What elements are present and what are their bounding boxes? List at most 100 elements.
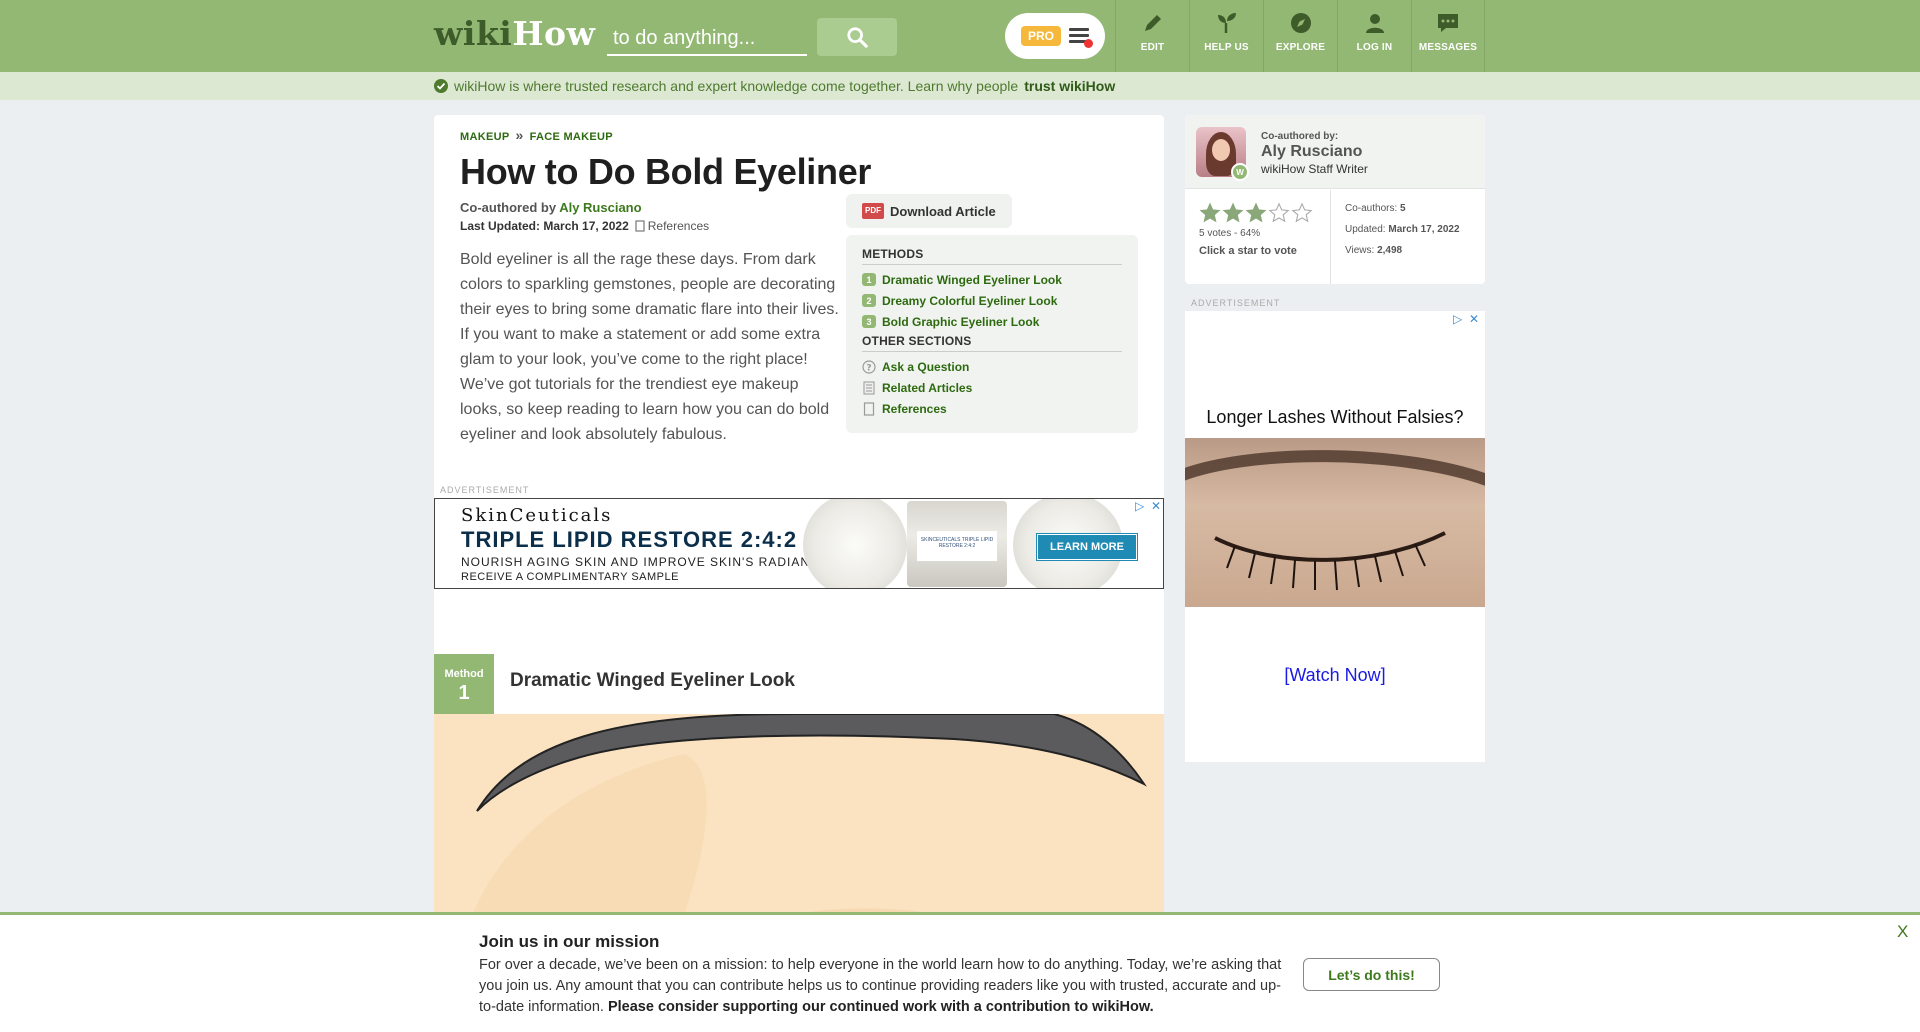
- author-link[interactable]: Aly Rusciano: [559, 200, 641, 215]
- pro-badge: PRO: [1020, 26, 1061, 46]
- adchoices-icon[interactable]: ▷: [1453, 312, 1462, 326]
- toc-ask-question[interactable]: ? Ask a Question: [862, 356, 1122, 377]
- breadcrumb-face-makeup[interactable]: FACE MAKEUP: [530, 131, 613, 143]
- site-header: wikiHow PRO EDIT HELP US EXPLORE LOG IN …: [0, 0, 1920, 72]
- pencil-icon: [1144, 15, 1161, 31]
- nav-messages[interactable]: MESSAGES: [1411, 0, 1485, 72]
- toc-related-articles-label: Related Articles: [882, 380, 973, 395]
- download-article-label: Download Article: [890, 203, 996, 219]
- method-word: Method: [444, 668, 484, 680]
- star-rating: [1199, 202, 1330, 224]
- nav-log-in-label: LOG IN: [1356, 42, 1393, 53]
- trust-link[interactable]: trust wikiHow: [1024, 78, 1115, 94]
- toc-other-heading: OTHER SECTIONS: [862, 334, 1122, 352]
- toc-references-label: References: [882, 401, 947, 416]
- method-number-box: Method 1: [434, 654, 494, 714]
- breadcrumb: MAKEUP » FACE MAKEUP: [460, 127, 613, 143]
- toc-methods-heading: METHODS: [862, 247, 1122, 265]
- byline-prefix: Co-authored by: [460, 200, 557, 215]
- compass-icon: [1290, 13, 1311, 33]
- ad-banner[interactable]: SkinCeuticals TRIPLE LIPID RESTORE 2:4:2…: [434, 498, 1164, 589]
- nav-help-us-label: HELP US: [1204, 42, 1249, 53]
- views-count: 2,498: [1377, 245, 1403, 256]
- rating-widget: 5 votes - 64% Click a star to vote: [1185, 190, 1331, 284]
- pro-menu-button[interactable]: PRO: [1005, 13, 1105, 59]
- ad-close-icon[interactable]: ✕: [1469, 312, 1479, 326]
- nav-edit[interactable]: EDIT: [1115, 0, 1189, 72]
- star-icon[interactable]: [1291, 202, 1313, 224]
- last-updated-label: Last Updated:: [460, 219, 541, 233]
- references-link[interactable]: References: [635, 219, 709, 233]
- article-stats: Co-authors: 5 Updated: March 17, 2022 Vi…: [1345, 200, 1475, 259]
- article-card: MAKEUP » FACE MAKEUP How to Do Bold Eyelin…: [434, 115, 1164, 1032]
- ad-headline: TRIPLE LIPID RESTORE 2:4:2: [461, 527, 798, 552]
- breadcrumb-makeup[interactable]: MAKEUP: [460, 131, 509, 143]
- closed-eye-illustration: [1185, 450, 1485, 591]
- updated-label: Updated:: [1345, 224, 1386, 235]
- star-icon[interactable]: [1268, 202, 1290, 224]
- toc-ask-question-label: Ask a Question: [882, 359, 970, 374]
- ad-learn-more-button[interactable]: LEARN MORE: [1036, 533, 1138, 561]
- nav-explore-label: EXPLORE: [1275, 42, 1326, 53]
- download-article-button[interactable]: PDF Download Article: [846, 194, 1012, 228]
- mission-close-button[interactable]: X: [1897, 922, 1908, 942]
- wikihow-logo[interactable]: wikiHow: [434, 14, 595, 53]
- author-card: W Co-authored by: Aly Rusciano wikiHow S…: [1185, 115, 1485, 284]
- sidebar-ad[interactable]: ▷ ✕ Longer Lashes Without Falsies? [Watc…: [1185, 311, 1485, 762]
- star-icon[interactable]: [1199, 202, 1221, 224]
- hamburger-icon: [1069, 28, 1093, 48]
- star-icon[interactable]: [1222, 202, 1244, 224]
- star-icon[interactable]: [1245, 202, 1267, 224]
- svg-text:?: ?: [866, 363, 871, 373]
- sidebar-ad-watch-now[interactable]: [Watch Now]: [1185, 665, 1485, 686]
- toc-method-2[interactable]: 2 Dreamy Colorful Eyeliner Look: [862, 290, 1122, 311]
- toc-method-number: 1: [862, 273, 876, 286]
- contribute-button[interactable]: Let’s do this!: [1303, 958, 1440, 991]
- search-input[interactable]: [607, 22, 807, 56]
- method-number: 1: [458, 682, 470, 704]
- toc-related-articles[interactable]: Related Articles: [862, 377, 1122, 398]
- ad-jar-image: SKINCEUTICALS TRIPLE LIPID RESTORE 2:4:2: [907, 501, 1007, 587]
- references-link-label: References: [647, 219, 710, 233]
- mission-body-bold: Please consider supporting our continued…: [607, 999, 1154, 1015]
- advertisement-label: ADVERTISEMENT: [440, 485, 530, 495]
- document-icon: [863, 381, 875, 394]
- search-icon: [847, 27, 868, 48]
- nav-log-in[interactable]: LOG IN: [1337, 0, 1411, 72]
- byline: Co-authored by Aly Rusciano: [460, 200, 642, 215]
- sidebar-author-name[interactable]: Aly Rusciano: [1261, 143, 1362, 161]
- toc-references[interactable]: References: [862, 398, 1122, 419]
- nav-help-us[interactable]: HELP US: [1189, 0, 1263, 72]
- nav-edit-label: EDIT: [1140, 42, 1165, 53]
- adchoices-icon[interactable]: ▷: [1135, 499, 1144, 513]
- toc-method-label: Dramatic Winged Eyeliner Look: [882, 272, 1062, 287]
- question-icon: ?: [862, 359, 876, 374]
- advertisement-label: ADVERTISEMENT: [1191, 298, 1281, 308]
- votes-count: 5 votes - 64%: [1199, 228, 1261, 239]
- sidebar-ad-headline: Longer Lashes Without Falsies?: [1206, 407, 1464, 427]
- search-button[interactable]: [817, 18, 897, 56]
- chat-icon: [1438, 14, 1458, 32]
- toc-method-1[interactable]: 1 Dramatic Winged Eyeliner Look: [862, 269, 1122, 290]
- nav-explore[interactable]: EXPLORE: [1263, 0, 1337, 72]
- coauthors-label: Co-authors:: [1345, 203, 1398, 214]
- sprout-icon: [1217, 13, 1236, 33]
- article-title: How to Do Bold Eyeliner: [460, 151, 872, 192]
- ad-close-icon[interactable]: ✕: [1151, 499, 1161, 513]
- author-card-header: W Co-authored by: Aly Rusciano wikiHow S…: [1185, 115, 1485, 189]
- table-of-contents: METHODS 1 Dramatic Winged Eyeliner Look 2…: [846, 235, 1138, 433]
- ad-jar-label: SKINCEUTICALS TRIPLE LIPID RESTORE 2:4:2: [917, 531, 997, 561]
- updated-date: March 17, 2022: [1388, 224, 1460, 235]
- author-role: wikiHow Staff Writer: [1261, 162, 1368, 176]
- toc-method-3[interactable]: 3 Bold Graphic Eyeliner Look: [862, 311, 1122, 332]
- bookmark-icon: [863, 401, 875, 416]
- toc-method-label: Dreamy Colorful Eyeliner Look: [882, 293, 1058, 308]
- toc-method-label: Bold Graphic Eyeliner Look: [882, 314, 1040, 329]
- bookmark-icon: [635, 220, 645, 232]
- mission-title: Join us in our mission: [479, 932, 660, 951]
- coauthored-label: Co-authored by:: [1261, 131, 1339, 142]
- check-circle-icon: [434, 79, 448, 93]
- ad-brand: SkinCeuticals: [461, 505, 613, 526]
- mission-body: For over a decade, we’ve been on a missi…: [479, 955, 1289, 1018]
- sidebar-ad-image: [1185, 438, 1485, 607]
